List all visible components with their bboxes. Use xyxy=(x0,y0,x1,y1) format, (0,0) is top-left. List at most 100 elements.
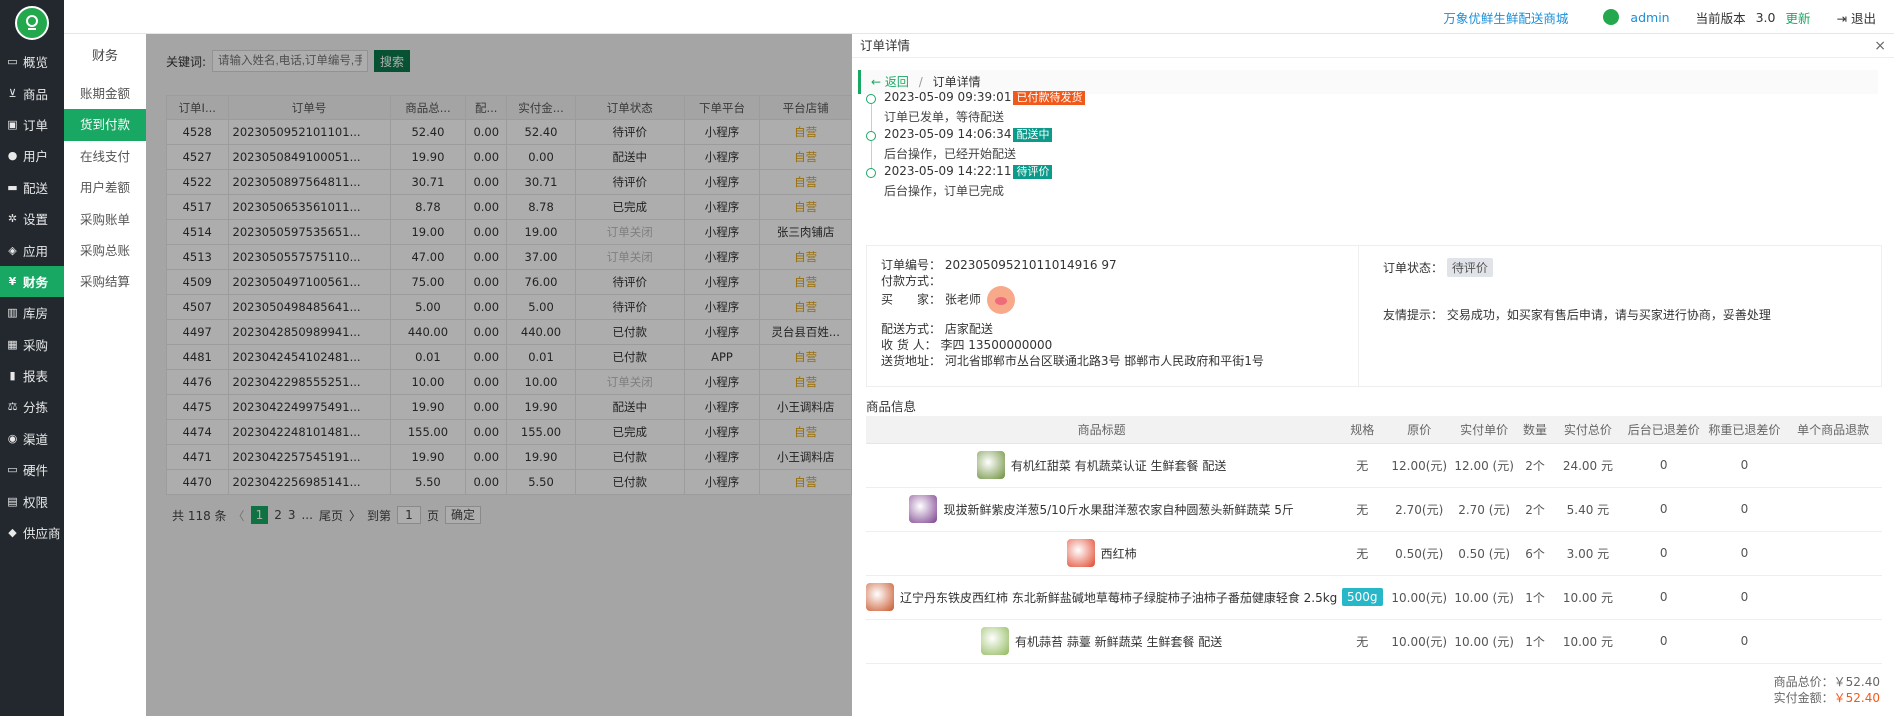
goods-refund-cell xyxy=(1784,531,1882,576)
order-no-label: 订单编号： xyxy=(881,258,942,272)
store-link[interactable]: 万象优鲜生鲜配送商城 xyxy=(1443,8,1568,27)
goods-unit-cell: 2.70 (元) xyxy=(1451,487,1518,532)
goods-r2-cell: 0 xyxy=(1704,443,1785,488)
modal-overlay[interactable] xyxy=(146,34,852,716)
goods-r2: 0 xyxy=(1740,590,1749,604)
nav-item-6[interactable]: ◈ 应用 xyxy=(0,234,64,265)
goods-spec: 无 xyxy=(1356,634,1369,649)
tip-row: 友情提示： 交易成功，如买家有售后申请，请与买家进行协商，妥善处理 xyxy=(1383,306,1771,323)
subnav-item-6[interactable]: 采购结算 xyxy=(64,266,146,297)
nav-item-12[interactable]: ◉ 渠道 xyxy=(0,423,64,454)
order-status-badge: 待评价 xyxy=(1446,258,1493,277)
finance-subnav: 财务 账期金额 货到付款 在线支付 用户差额 采购账单 采购总账 采购结算 xyxy=(64,34,146,716)
subnav-item-0[interactable]: 账期金额 xyxy=(64,78,146,109)
goods-title[interactable]: 辽宁丹东铁皮西红柿 东北新鲜盐碱地草莓柿子绿腚柿子油柿子番茄健康轻食 2.5kg xyxy=(900,589,1337,606)
nav-item-5[interactable]: ✲ 设置 xyxy=(0,203,64,234)
goods-title[interactable]: 现拔新鲜紫皮洋葱5/10斤水果甜洋葱农家自种圆葱头新鲜蔬菜 5斤 xyxy=(943,501,1293,518)
goods-refund-cell xyxy=(1784,487,1882,532)
subnav-item-5[interactable]: 采购总账 xyxy=(64,235,146,266)
goods-price-cell: 2.70(元) xyxy=(1387,487,1452,532)
nav-item-label: 硬件 xyxy=(23,463,49,479)
goods-row: 现拔新鲜紫皮洋葱5/10斤水果甜洋葱农家自种圆葱头新鲜蔬菜 5斤 无 2.70(元)… xyxy=(866,487,1882,532)
main-nav: ▭ 概览 ⊻ 商品 ▣ 订单 ● 用户 ▬ 配送 ✲ 设置 ◈ 应用 ¥ 财务 ▥ 库房 ▦ 采购 ▮ 报表 ⚖ 分拣 ◉ 渠道 ▭… xyxy=(0,0,64,716)
goods-unit-cell: 0.50 (元) xyxy=(1451,531,1518,576)
goods-r2: 0 xyxy=(1740,546,1749,560)
logout-button[interactable]: ⇥ 退出 xyxy=(1837,8,1876,27)
goods-spec: 无 xyxy=(1356,502,1369,517)
close-icon[interactable]: × xyxy=(1874,34,1886,58)
subnav-item-3[interactable]: 用户差额 xyxy=(64,172,146,203)
nav-item-2[interactable]: ▣ 订单 xyxy=(0,109,64,140)
goods-name-cell: 现拔新鲜紫皮洋葱5/10斤水果甜洋葱农家自种圆葱头新鲜蔬菜 5斤 xyxy=(866,487,1338,532)
goods-r2: 0 xyxy=(1740,634,1749,648)
goods-spec: 500g xyxy=(1342,588,1383,606)
nav-item-label: 采购 xyxy=(23,337,49,353)
goods-table: 商品标题 规格 原价 实付单价 数量 实付总价 后台已退差价 称重已退差价 单个商品退款 有机红… xyxy=(866,416,1882,664)
nav-item-9[interactable]: ▦ 采购 xyxy=(0,329,64,360)
timeline-timestamp: 2023-05-09 14:06:34 xyxy=(884,127,1012,141)
nav-item-0[interactable]: ▭ 概览 xyxy=(0,46,64,77)
goods-spec: 无 xyxy=(1356,458,1369,473)
timeline-time: 2023-05-09 14:22:11 待评价 xyxy=(884,164,1053,179)
goods-thumbnail xyxy=(866,583,894,611)
timeline-desc: 后台操作，订单已完成 xyxy=(884,184,1005,198)
nav-item-11[interactable]: ⚖ 分拣 xyxy=(0,391,64,422)
goods-qty-cell: 2个 xyxy=(1517,443,1553,488)
goods-spec-cell: 500g xyxy=(1337,575,1388,620)
goods-qty: 2个 xyxy=(1525,502,1545,517)
nav-item-13[interactable]: ▭ 硬件 xyxy=(0,454,64,485)
subnav-item-1[interactable]: 货到付款 xyxy=(64,109,146,141)
goods-unit-cell: 10.00 (元) xyxy=(1451,575,1518,620)
goods-unit: 2.70 (元) xyxy=(1458,502,1511,517)
goods-total-label: 商品总价： xyxy=(1773,675,1834,689)
goods-col-header: 商品标题 xyxy=(866,416,1338,444)
address-label: 送货地址： xyxy=(881,354,942,368)
gear-icon: ✲ xyxy=(7,212,18,226)
admin-user[interactable]: admin xyxy=(1630,10,1669,25)
goods-col-header: 数量 xyxy=(1517,416,1553,444)
goods-r2-cell: 0 xyxy=(1704,619,1785,664)
subnav-item-4[interactable]: 采购账单 xyxy=(64,204,146,235)
goods-title[interactable]: 有机蒜苔 蒜薹 新鲜蔬菜 生鲜套餐 配送 xyxy=(1015,633,1222,650)
goods-spec-cell: 无 xyxy=(1337,487,1388,532)
supplier-icon: ◆ xyxy=(8,526,17,540)
goods-qty-cell: 6个 xyxy=(1517,531,1553,576)
goods-r1: 0 xyxy=(1659,590,1668,604)
nav-item-label: 权限 xyxy=(23,494,49,510)
goods-price: 0.50(元) xyxy=(1395,546,1444,561)
address-value: 河北省邯郸市丛台区联通北路3号 邯郸市人民政府和平街1号 xyxy=(944,354,1264,368)
goods-title[interactable]: 有机红甜菜 有机蔬菜认证 生鲜套餐 配送 xyxy=(1011,457,1226,474)
goods-title[interactable]: 西红柿 xyxy=(1101,545,1137,562)
goods-unit: 12.00 (元) xyxy=(1454,458,1514,473)
bank-icon: ▤ xyxy=(7,494,18,508)
nav-item-10[interactable]: ▮ 报表 xyxy=(0,360,64,391)
goods-r1-cell: 0 xyxy=(1622,487,1705,532)
address-row: 送货地址： 河北省邯郸市丛台区联通北路3号 邯郸市人民政府和平街1号 xyxy=(881,352,1264,369)
update-link[interactable]: 更新 xyxy=(1786,8,1811,27)
goods-total-cell: 10.00 元 xyxy=(1552,619,1623,664)
nav-item-8[interactable]: ▥ 库房 xyxy=(0,297,64,328)
goods-r1-cell: 0 xyxy=(1622,443,1705,488)
nav-item-3[interactable]: ● 用户 xyxy=(0,140,64,171)
goods-unit: 10.00 (元) xyxy=(1454,634,1514,649)
goods-row: 西红柿 无 0.50(元) 0.50 (元) 6个 3.00 元 0 0 xyxy=(866,531,1882,576)
timeline-dot-icon xyxy=(866,94,876,104)
back-link[interactable]: ← 返回 xyxy=(871,75,909,89)
order-status-label: 订单状态： xyxy=(1383,261,1444,275)
nav-item-label: 设置 xyxy=(23,212,49,228)
goods-name: 有机红甜菜 有机蔬菜认证 生鲜套餐 配送 xyxy=(866,451,1337,479)
nav-item-4[interactable]: ▬ 配送 xyxy=(0,172,64,203)
goods-price: 12.00(元) xyxy=(1391,458,1448,473)
goods-spec: 无 xyxy=(1356,546,1369,561)
goods-price-cell: 12.00(元) xyxy=(1387,443,1452,488)
goods-col-header: 原价 xyxy=(1387,416,1452,444)
nav-item-7[interactable]: ¥ 财务 xyxy=(0,265,64,298)
goods-name: 有机蒜苔 蒜薹 新鲜蔬菜 生鲜套餐 配送 xyxy=(866,627,1337,655)
nav-item-15[interactable]: ◆ 供应商 xyxy=(0,517,64,548)
subnav-item-2[interactable]: 在线支付 xyxy=(64,141,146,172)
goods-total: 10.00 元 xyxy=(1562,590,1613,605)
nav-item-1[interactable]: ⊻ 商品 xyxy=(0,77,64,108)
nav-item-14[interactable]: ▤ 权限 xyxy=(0,485,64,516)
goods-r1: 0 xyxy=(1659,458,1668,472)
goods-total-cell: 24.00 元 xyxy=(1552,443,1623,488)
